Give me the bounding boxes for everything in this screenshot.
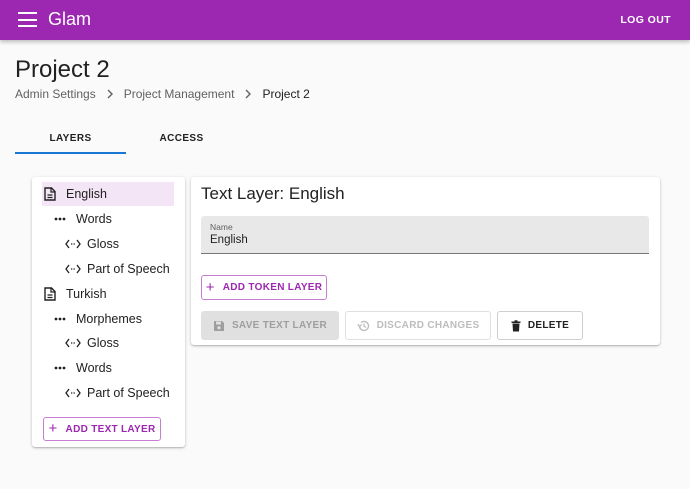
text-layer-detail-panel: Text Layer: English Name + ADD TOKEN LAY… <box>191 177 660 345</box>
code-icon <box>65 239 83 249</box>
tree-item-words[interactable]: Words <box>54 207 112 231</box>
breadcrumb: Admin Settings Project Management Projec… <box>15 87 310 101</box>
tree-item-label: Words <box>76 212 112 226</box>
code-icon <box>65 388 83 398</box>
name-field-label: Name <box>210 222 233 232</box>
layer-tree-panel: English Words Gloss Part of Speech Turki… <box>32 177 185 447</box>
trash-icon <box>511 319 521 332</box>
code-icon <box>65 338 83 348</box>
app-title: Glam <box>48 9 92 29</box>
name-field[interactable]: Name <box>201 216 649 254</box>
add-text-layer-button[interactable]: + ADD TEXT LAYER <box>43 417 161 441</box>
discard-changes-button[interactable]: DISCARD CHANGES <box>345 311 491 340</box>
tree-item-label: Words <box>76 361 112 375</box>
tab-layers[interactable]: LAYERS <box>15 128 126 154</box>
tab-access[interactable]: ACCESS <box>126 128 237 154</box>
ellipsis-icon <box>54 217 72 221</box>
chevron-right-icon <box>96 89 124 99</box>
ellipsis-icon <box>54 317 72 321</box>
tree-item-turkish[interactable]: Turkish <box>44 282 107 306</box>
app-bar: Glam LOG OUT <box>0 0 690 40</box>
tree-item-words[interactable]: Words <box>54 356 112 380</box>
save-icon <box>213 320 225 332</box>
name-input[interactable] <box>210 234 630 246</box>
tree-item-label: Turkish <box>66 287 107 301</box>
page-title: Project 2 <box>15 56 110 83</box>
tree-item-english[interactable]: English <box>42 182 174 206</box>
detail-title: Text Layer: English <box>201 184 345 203</box>
plus-icon: + <box>205 278 215 296</box>
tree-item-gloss[interactable]: Gloss <box>65 331 119 355</box>
tree-item-label: Gloss <box>87 336 119 350</box>
history-icon <box>356 320 370 332</box>
save-text-layer-button[interactable]: SAVE TEXT LAYER <box>201 311 339 340</box>
tree-item-part-of-speech[interactable]: Part of Speech <box>65 257 170 281</box>
discard-changes-label: DISCARD CHANGES <box>376 320 480 331</box>
tree-item-label: Part of Speech <box>87 386 170 400</box>
ellipsis-icon <box>54 366 72 370</box>
save-text-layer-label: SAVE TEXT LAYER <box>231 320 328 331</box>
breadcrumb-admin-settings[interactable]: Admin Settings <box>15 87 96 101</box>
breadcrumb-current: Project 2 <box>262 87 310 101</box>
add-token-layer-label: ADD TOKEN LAYER <box>222 282 323 293</box>
breadcrumb-project-management[interactable]: Project Management <box>124 87 235 101</box>
tree-item-label: Gloss <box>87 237 119 251</box>
document-icon <box>44 287 62 301</box>
tree-item-gloss[interactable]: Gloss <box>65 232 119 256</box>
delete-label: DELETE <box>527 320 570 331</box>
code-icon <box>65 264 83 274</box>
tree-item-label: Morphemes <box>76 312 142 326</box>
plus-icon: + <box>48 420 58 437</box>
document-icon <box>44 187 62 201</box>
tree-item-label: Part of Speech <box>87 262 170 276</box>
tree-item-morphemes[interactable]: Morphemes <box>54 307 142 331</box>
tab-bar: LAYERS ACCESS <box>15 128 237 154</box>
tree-item-part-of-speech[interactable]: Part of Speech <box>65 381 170 405</box>
chevron-right-icon <box>234 89 262 99</box>
add-token-layer-button[interactable]: + ADD TOKEN LAYER <box>201 275 327 300</box>
tree-item-label: English <box>66 187 107 201</box>
delete-button[interactable]: DELETE <box>497 311 583 340</box>
menu-icon[interactable] <box>18 12 37 27</box>
add-text-layer-label: ADD TEXT LAYER <box>65 423 156 435</box>
logout-button[interactable]: LOG OUT <box>620 14 671 26</box>
